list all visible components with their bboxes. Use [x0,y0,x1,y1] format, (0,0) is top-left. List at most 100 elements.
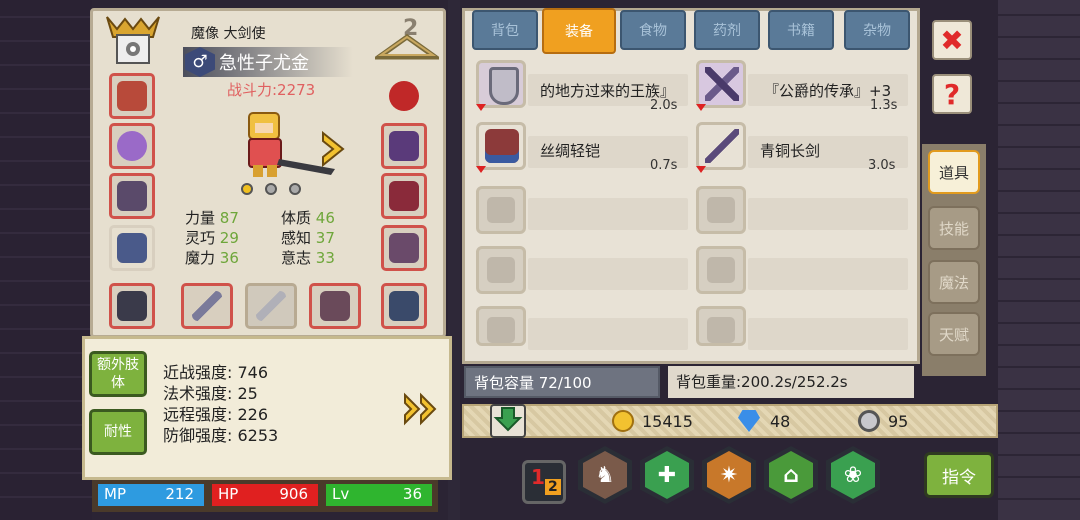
side-tab-magic[interactable]: 魔法 [928,260,980,304]
attr-label: 意志 [281,249,312,267]
tab-books[interactable]: 书籍 [768,10,834,50]
side-tab-items[interactable]: 道具 [928,150,980,194]
equip-slot-bag[interactable] [381,283,427,329]
attr-perception: 感知 37 [281,227,335,248]
inventory-item[interactable] [696,60,746,108]
belt-icon [389,181,419,211]
equip-slot-ranged[interactable] [309,283,361,329]
helmet-icon [117,81,147,111]
attr-label: 魔力 [185,249,216,267]
empty-item-slot[interactable] [696,186,746,234]
equip-slot-cloak[interactable] [109,173,155,219]
skill-camp-icon[interactable]: ⌂ [764,446,818,504]
expand-stats-arrow-icon[interactable] [403,391,443,427]
attr-value: 29 [219,229,239,247]
equip-slot-belt[interactable] [109,283,155,329]
command-button[interactable]: 指令 [924,452,994,498]
silver-amount: 95 [888,412,909,431]
endurance-button[interactable]: 耐性 [89,409,147,455]
swap-set-icon[interactable]: 12 [522,460,566,504]
tab-equipment[interactable]: 装备 [542,8,616,54]
defense-strength: 防御强度: 6253 [163,426,279,445]
help-icon[interactable]: ? [932,74,972,114]
mp-bar: MP 212 [98,484,204,506]
gem-amount: 48 [770,412,791,431]
equip-slot-ring[interactable] [381,173,427,219]
attr-value: 36 [219,249,239,267]
empty-item-slot[interactable] [476,246,526,294]
tab-misc[interactable]: 杂物 [844,10,910,50]
attr-label: 体质 [281,209,312,227]
equip-slot-armor[interactable] [109,225,155,271]
hp-value: 906 [279,485,308,503]
skill-horse-icon[interactable]: ♞ [578,446,632,504]
backpack-capacity: 背包容量 72/100 [464,366,660,398]
skill-heal-icon[interactable]: ✚ [640,446,694,504]
dungeon-wall-left [0,0,92,520]
item-name: 丝绸轻铠 [540,142,601,160]
equip-slot-boots[interactable] [381,225,427,271]
equip-slot-amulet[interactable] [381,73,427,119]
inventory-item[interactable] [476,122,526,170]
attr-label: 力量 [185,209,216,227]
bag-icon [389,291,419,321]
tab-potion[interactable]: 药剂 [694,10,760,50]
equip-slot-gloves[interactable] [381,123,427,169]
lantern-icon [117,291,147,321]
attr-value: 33 [315,249,335,267]
extra-limb-button[interactable]: 额外肢体 [89,351,147,397]
empty-row-bg [748,258,908,290]
next-page-arrow-icon[interactable] [319,129,351,169]
hp-bar: HP 906 [212,484,318,506]
equip-slot-weapon-1[interactable] [181,283,233,329]
attr-will: 意志 33 [281,247,335,268]
tab-food[interactable]: 食物 [620,10,686,50]
attr-value: 87 [219,209,239,227]
inventory-item[interactable] [476,60,526,108]
side-tab-skills[interactable]: 技能 [928,206,980,250]
attr-strength: 力量 87 [185,207,239,228]
attr-dexterity: 灵巧 29 [185,227,239,248]
empty-row-bg [748,318,908,350]
close-icon[interactable]: ✖ [932,20,972,60]
equip-slot-head[interactable] [109,73,155,119]
download-icon[interactable] [490,404,526,438]
equip-slot-weapon-2[interactable] [245,283,297,329]
item-weight: 0.7s [650,158,678,173]
character-panel: 魔像 大剑使 ♂ 急性子尤金 战斗力:2273 2 力量 87 体质 46 灵巧… [90,8,446,338]
backpack-weight: 背包重量:200.2s/252.2s [668,366,914,398]
mp-value: 212 [165,485,194,503]
inventory-item[interactable] [696,122,746,170]
level-value: 36 [402,485,422,503]
currency-bar [462,404,998,438]
item-name: 青铜长剑 [760,142,821,160]
page-indicator [289,183,301,195]
equip-slot-necklace[interactable] [109,123,155,169]
attr-magic: 魔力 36 [185,247,239,268]
attr-value: 37 [315,229,335,247]
empty-item-slot[interactable] [476,186,526,234]
item-weight: 2.0s [650,98,678,113]
empty-item-slot[interactable] [696,306,746,346]
skill-whirlwind-icon[interactable]: ✷ [702,446,756,504]
silver-coin-icon [858,410,880,432]
skill-pet-icon[interactable]: ❀ [826,446,880,504]
empty-item-slot[interactable] [476,306,526,346]
empty-row-bg [528,198,688,230]
attr-label: 感知 [281,229,312,247]
unidentified-mark-icon [476,104,486,111]
attr-constitution: 体质 46 [281,207,335,228]
strength-stats-panel: 额外肢体 耐性 近战强度: 746 法术强度: 25 远程强度: 226 防御强… [82,336,452,480]
unidentified-mark-icon [696,166,706,173]
character-name: 急性子尤金 [219,53,309,74]
wardrobe-hanger-icon[interactable]: 2 [371,13,443,63]
unidentified-mark-icon [476,166,486,173]
tab-backpack[interactable]: 背包 [472,10,538,50]
side-tab-talents[interactable]: 天赋 [928,312,980,356]
empty-item-slot[interactable] [696,246,746,294]
shield-icon [489,67,519,105]
empty-row-bg [748,198,908,230]
page-indicator [265,183,277,195]
gold-amount: 15415 [642,412,693,431]
armor-icon [117,233,147,263]
